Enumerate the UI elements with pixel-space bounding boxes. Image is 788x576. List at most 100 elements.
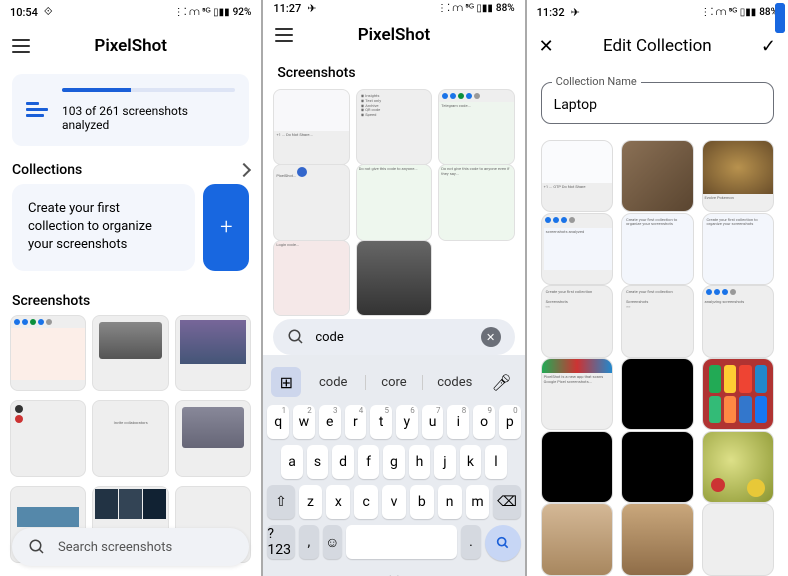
key-z[interactable]: z bbox=[299, 485, 323, 519]
screenshot-thumb[interactable]: Do not give this code to anyone even if … bbox=[438, 164, 514, 240]
key-i[interactable]: i8 bbox=[447, 405, 469, 439]
screenshot-thumb[interactable]: Login code... bbox=[273, 240, 349, 316]
collection-thumb[interactable]: analyzing screenshots bbox=[702, 285, 774, 357]
collections-header[interactable]: Collections bbox=[0, 152, 261, 184]
key-g[interactable]: g bbox=[383, 445, 404, 479]
search-value: code bbox=[315, 330, 343, 345]
space-key[interactable] bbox=[346, 525, 457, 559]
symbols-key[interactable]: ?123 bbox=[267, 525, 295, 559]
search-key[interactable] bbox=[485, 525, 521, 561]
search-bar[interactable]: Search screenshots bbox=[12, 528, 249, 566]
collection-thumb[interactable] bbox=[541, 503, 613, 575]
signal-icons: ⋮⁚ ⩋ ⁵ᴳ ▯▮▮ bbox=[437, 3, 493, 14]
close-button[interactable]: ✕ bbox=[539, 36, 554, 57]
key-y[interactable]: y6 bbox=[396, 405, 418, 439]
analysis-card[interactable]: 103 of 261 screenshots analyzed bbox=[12, 74, 249, 146]
collection-thumb[interactable]: Create your first collection to organize… bbox=[621, 213, 693, 285]
key-x[interactable]: x bbox=[326, 485, 350, 519]
collection-thumb[interactable] bbox=[702, 431, 774, 503]
progress-bar bbox=[62, 88, 235, 92]
key-v[interactable]: v bbox=[382, 485, 406, 519]
period-key[interactable]: . bbox=[461, 525, 480, 559]
screenshot-thumb[interactable]: PixelShot... bbox=[273, 164, 349, 240]
shift-key[interactable]: ⇧ bbox=[267, 485, 294, 519]
key-d[interactable]: d bbox=[332, 445, 353, 479]
key-p[interactable]: p0 bbox=[499, 405, 521, 439]
screenshots-label: Screenshots bbox=[263, 53, 524, 89]
collection-thumb[interactable] bbox=[621, 140, 693, 212]
analysis-icon bbox=[26, 102, 48, 118]
screenshot-thumb[interactable]: ◉ Insights◉ Text only◉ Archive◉ QR code◉… bbox=[356, 89, 432, 165]
screen-home: 10:54⟐ ⋮⁚ ⩋ ⁵ᴳ ▯▮▮92% PixelShot 103 of 2… bbox=[0, 0, 261, 576]
collection-thumb[interactable] bbox=[702, 503, 774, 575]
collection-thumb[interactable]: Evolve Pokemon bbox=[702, 140, 774, 212]
key-o[interactable]: o9 bbox=[473, 405, 495, 439]
app-bar: PixelShot bbox=[0, 24, 261, 68]
screenshot-thumb[interactable]: Do not give this code to anyone... bbox=[356, 164, 432, 240]
key-w[interactable]: w2 bbox=[293, 405, 315, 439]
key-h[interactable]: h bbox=[409, 445, 430, 479]
key-e[interactable]: e3 bbox=[319, 405, 341, 439]
emoji-key[interactable]: ☺ bbox=[323, 525, 342, 559]
collections-label: Collections bbox=[12, 162, 82, 178]
app-title: PixelShot bbox=[94, 36, 167, 56]
screenshot-thumb[interactable] bbox=[356, 240, 432, 316]
key-n[interactable]: n bbox=[438, 485, 462, 519]
clear-button[interactable]: ✕ bbox=[481, 327, 501, 347]
comma-key[interactable]: , bbox=[299, 525, 318, 559]
suggestion[interactable]: code bbox=[305, 375, 361, 390]
key-m[interactable]: m bbox=[466, 485, 490, 519]
grid-mode-icon[interactable]: ⊞ bbox=[271, 367, 301, 397]
suggestion[interactable]: codes bbox=[427, 375, 483, 390]
screenshot-thumb[interactable]: +1 ... Do Not Share... bbox=[273, 89, 349, 165]
create-collection-card[interactable]: Create your first collection to organize… bbox=[12, 184, 195, 271]
collapse-keyboard[interactable]: ⌵ bbox=[267, 567, 520, 576]
signal-icons: ⋮⁚ ⩋ ⁵ᴳ ▯▮▮ bbox=[700, 7, 756, 18]
add-collection-button[interactable]: + bbox=[203, 184, 249, 271]
key-u[interactable]: u7 bbox=[422, 405, 444, 439]
collection-name-field[interactable]: Collection Name Laptop bbox=[541, 82, 774, 124]
key-q[interactable]: q1 bbox=[267, 405, 289, 439]
key-f[interactable]: f bbox=[358, 445, 379, 479]
clock: 11:32 bbox=[537, 6, 565, 19]
screenshot-thumb[interactable] bbox=[92, 315, 168, 391]
confirm-button[interactable]: ✓ bbox=[761, 36, 776, 57]
screenshot-thumb[interactable] bbox=[175, 400, 251, 476]
screenshot-grid[interactable]: +1 ... Do Not Share... ◉ Insights◉ Text … bbox=[263, 89, 524, 319]
key-k[interactable]: k bbox=[460, 445, 481, 479]
key-r[interactable]: r4 bbox=[345, 405, 367, 439]
key-j[interactable]: j bbox=[434, 445, 455, 479]
collection-thumb[interactable] bbox=[621, 503, 693, 575]
collection-thumb[interactable] bbox=[621, 358, 693, 430]
clock: 10:54 bbox=[10, 6, 38, 19]
collection-thumb[interactable]: +1 ... OTP Do Not Share bbox=[541, 140, 613, 212]
menu-button[interactable] bbox=[12, 39, 30, 53]
search-input[interactable]: code ✕ bbox=[273, 319, 514, 355]
screenshot-thumb[interactable]: Telegram code... bbox=[438, 89, 514, 165]
screenshot-thumb[interactable] bbox=[10, 315, 86, 391]
collection-thumb[interactable]: Create your first collectionScreenshots▫… bbox=[621, 285, 693, 357]
key-s[interactable]: s bbox=[307, 445, 328, 479]
collection-thumb[interactable] bbox=[541, 431, 613, 503]
key-a[interactable]: a bbox=[281, 445, 302, 479]
field-label: Collection Name bbox=[552, 75, 641, 88]
suggestion-bar: ⊞ code core codes 🎤︎ bbox=[267, 359, 520, 405]
collection-thumb[interactable]: Create your first collectionScreenshots▫… bbox=[541, 285, 613, 357]
collection-thumb[interactable] bbox=[702, 358, 774, 430]
suggestion[interactable]: core bbox=[365, 375, 423, 390]
collection-thumb[interactable]: Create your first collection to organize… bbox=[702, 213, 774, 285]
screenshot-thumb[interactable] bbox=[175, 315, 251, 391]
key-t[interactable]: t5 bbox=[370, 405, 392, 439]
screenshot-thumb[interactable] bbox=[10, 400, 86, 476]
screenshot-thumb[interactable]: Invite collaborators bbox=[92, 400, 168, 476]
key-b[interactable]: b bbox=[410, 485, 434, 519]
mic-icon[interactable]: 🎤︎ bbox=[487, 367, 517, 397]
backspace-key[interactable]: ⌫ bbox=[493, 485, 520, 519]
key-c[interactable]: c bbox=[354, 485, 378, 519]
collection-thumb[interactable]: PixelShot is a new app that scans Google… bbox=[541, 358, 613, 430]
menu-button[interactable] bbox=[275, 28, 293, 42]
collection-grid[interactable]: +1 ... OTP Do Not Share Evolve Pokemon s… bbox=[527, 132, 788, 576]
key-l[interactable]: l bbox=[485, 445, 506, 479]
collection-thumb[interactable] bbox=[621, 431, 693, 503]
collection-thumb[interactable]: screenshots analyzed bbox=[541, 213, 613, 285]
